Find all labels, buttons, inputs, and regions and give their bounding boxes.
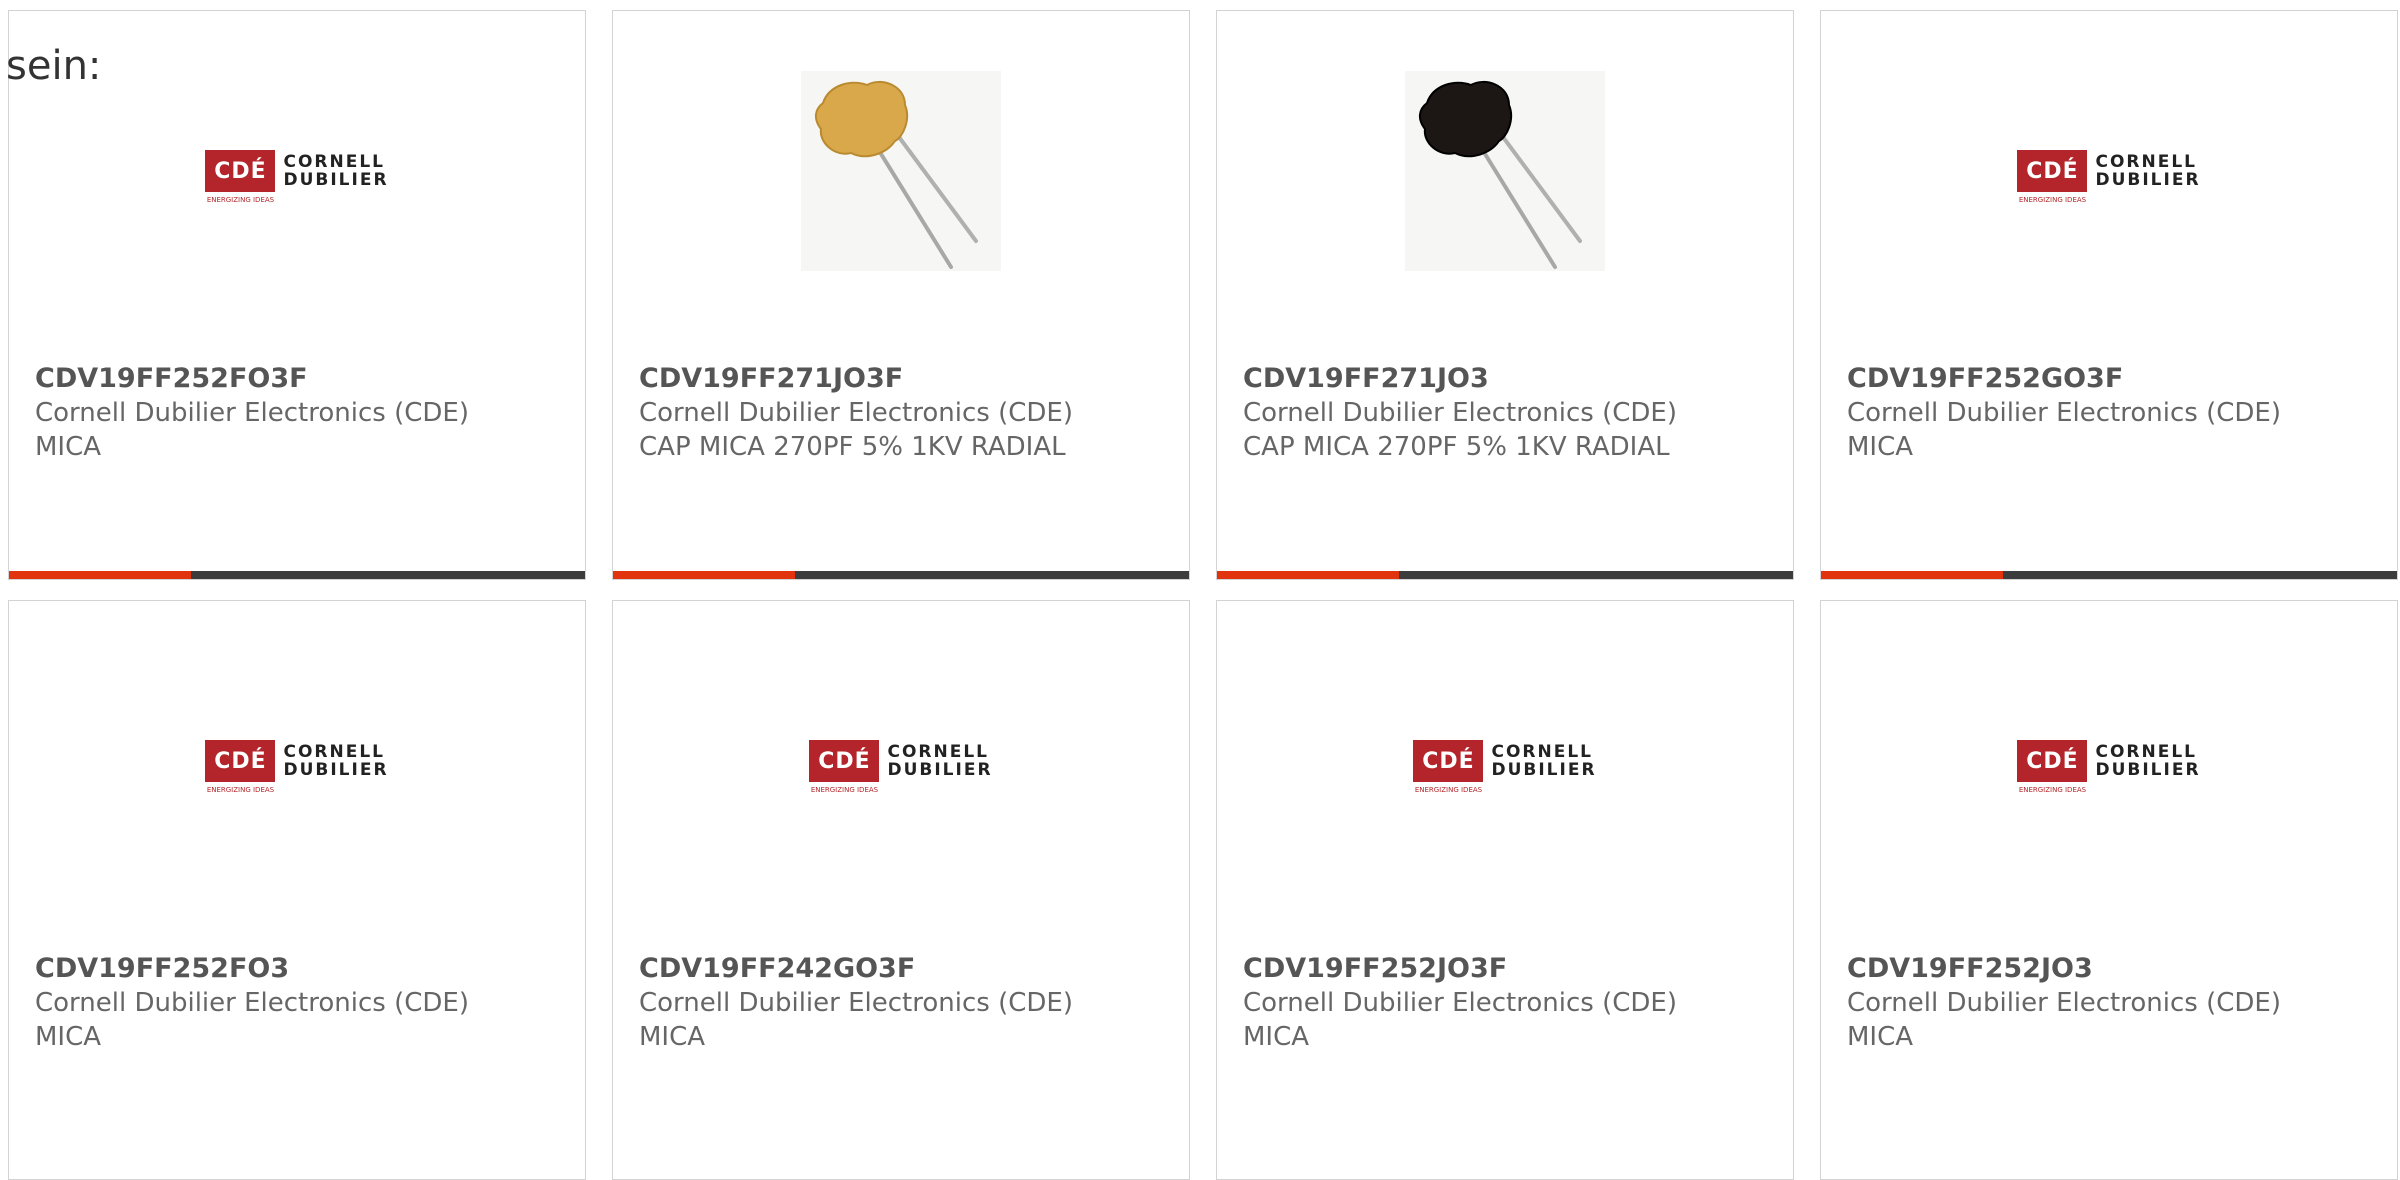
description: MICA: [1243, 1022, 1310, 1052]
part-number[interactable]: CDV19FF252FO3: [35, 951, 565, 986]
cornell-dubilier-logo: CDÉ ENERGIZING IDEAS CORNELL DUBILIER: [1413, 740, 1596, 794]
cornell-dubilier-logo: CDÉ ENERGIZING IDEAS CORNELL DUBILIER: [2017, 740, 2200, 794]
card-accent-bar: [1217, 571, 1793, 579]
manufacturer: Cornell Dubilier Electronics (CDE): [35, 988, 469, 1018]
manufacturer: Cornell Dubilier Electronics (CDE): [1847, 988, 2281, 1018]
logo-word-dubilier: DUBILIER: [1491, 760, 1597, 780]
manufacturer: Cornell Dubilier Electronics (CDE): [1243, 398, 1677, 428]
logo-mark: CDÉ ENERGIZING IDEAS: [205, 740, 276, 794]
product-card[interactable]: CDÉ ENERGIZING IDEAS CORNELL DUBILIER CDV19…: [1216, 600, 1794, 1180]
card-accent-bar-highlight: [613, 571, 795, 579]
manufacturer: Cornell Dubilier Electronics (CDE): [639, 988, 1073, 1018]
description: CAP MICA 270PF 5% 1KV RADIAL: [639, 432, 1066, 462]
capacitor-photo: [1405, 71, 1605, 271]
logo-word-dubilier: DUBILIER: [283, 170, 389, 190]
product-image: CDÉ ENERGIZING IDEAS CORNELL DUBILIER: [1821, 71, 2397, 271]
logo-mark-text: CDÉ: [818, 748, 871, 774]
logo-mark-text: CDÉ: [2026, 748, 2079, 774]
logo-mark-text: CDÉ: [214, 158, 267, 184]
logo-mark-text: CDÉ: [214, 748, 267, 774]
logo-tagline: ENERGIZING IDEAS: [810, 786, 879, 794]
description: MICA: [639, 1022, 706, 1052]
card-accent-bar: [9, 571, 585, 579]
logo-word-cornell: CORNELL: [283, 152, 385, 172]
card-accent-bar-highlight: [1821, 571, 2003, 579]
product-card[interactable]: CDÉ ENERGIZING IDEAS CORNELL DUBILIER CDV19…: [1820, 10, 2398, 580]
part-number[interactable]: CDV19FF252FO3F: [35, 361, 565, 396]
card-accent-bar-highlight: [9, 571, 191, 579]
product-card[interactable]: CDÉ ENERGIZING IDEAS CORNELL DUBILIER CDV19…: [612, 600, 1190, 1180]
product-card[interactable]: CDÉ ENERGIZING IDEAS CORNELL DUBILIER CDV19…: [1820, 600, 2398, 1180]
card-accent-bar-highlight: [1217, 571, 1399, 579]
logo-word-cornell: CORNELL: [1491, 742, 1593, 762]
card-accent-bar: [613, 571, 1189, 579]
product-image: CDÉ ENERGIZING IDEAS CORNELL DUBILIER: [1217, 661, 1793, 861]
logo-word-cornell: CORNELL: [2095, 152, 2197, 172]
logo-mark-text: CDÉ: [2026, 158, 2079, 184]
logo-mark: CDÉ ENERGIZING IDEAS: [809, 740, 880, 794]
description: MICA: [35, 432, 102, 462]
product-image: CDÉ ENERGIZING IDEAS CORNELL DUBILIER: [9, 71, 585, 271]
description: MICA: [1847, 1022, 1914, 1052]
part-number[interactable]: CDV19FF252JO3F: [1243, 951, 1773, 986]
part-number[interactable]: CDV19FF242GO3F: [639, 951, 1169, 986]
logo-tagline: ENERGIZING IDEAS: [206, 196, 275, 204]
product-image: [1217, 71, 1793, 271]
cornell-dubilier-logo: CDÉ ENERGIZING IDEAS CORNELL DUBILIER: [809, 740, 992, 794]
manufacturer: Cornell Dubilier Electronics (CDE): [1243, 988, 1677, 1018]
capacitor-photo: [801, 71, 1001, 271]
description: MICA: [1847, 432, 1914, 462]
logo-word-cornell: CORNELL: [887, 742, 989, 762]
product-image: [613, 71, 1189, 271]
logo-mark: CDÉ ENERGIZING IDEAS: [2017, 150, 2088, 204]
product-image: CDÉ ENERGIZING IDEAS CORNELL DUBILIER: [613, 661, 1189, 861]
part-number[interactable]: CDV19FF271JO3F: [639, 361, 1169, 396]
logo-words: CORNELL DUBILIER: [283, 153, 388, 189]
card-accent-bar: [1821, 571, 2397, 579]
description: MICA: [35, 1022, 102, 1052]
manufacturer: Cornell Dubilier Electronics (CDE): [639, 398, 1073, 428]
logo-words: CORNELL DUBILIER: [2095, 153, 2200, 189]
product-image: CDÉ ENERGIZING IDEAS CORNELL DUBILIER: [1821, 661, 2397, 861]
cornell-dubilier-logo: CDÉ ENERGIZING IDEAS CORNELL DUBILIER: [205, 740, 388, 794]
logo-words: CORNELL DUBILIER: [283, 743, 388, 779]
capacitor-icon: [1419, 80, 1582, 269]
manufacturer: Cornell Dubilier Electronics (CDE): [1847, 398, 2281, 428]
part-number[interactable]: CDV19FF252JO3: [1847, 951, 2377, 986]
product-image: CDÉ ENERGIZING IDEAS CORNELL DUBILIER: [9, 661, 585, 861]
description: CAP MICA 270PF 5% 1KV RADIAL: [1243, 432, 1670, 462]
cornell-dubilier-logo: CDÉ ENERGIZING IDEAS CORNELL DUBILIER: [205, 150, 388, 204]
logo-tagline: ENERGIZING IDEAS: [206, 786, 275, 794]
logo-words: CORNELL DUBILIER: [1491, 743, 1596, 779]
logo-tagline: ENERGIZING IDEAS: [2018, 196, 2087, 204]
logo-mark: CDÉ ENERGIZING IDEAS: [1413, 740, 1484, 794]
product-card[interactable]: CDÉ ENERGIZING IDEAS CORNELL DUBILIER CDV19…: [8, 10, 586, 580]
product-card[interactable]: CDV19FF271JO3 Cornell Dubilier Electroni…: [1216, 10, 1794, 580]
logo-word-dubilier: DUBILIER: [283, 760, 389, 780]
capacitor-icon: [815, 80, 978, 269]
logo-word-cornell: CORNELL: [2095, 742, 2197, 762]
logo-words: CORNELL DUBILIER: [887, 743, 992, 779]
logo-word-cornell: CORNELL: [283, 742, 385, 762]
logo-mark: CDÉ ENERGIZING IDEAS: [2017, 740, 2088, 794]
product-card[interactable]: CDV19FF271JO3F Cornell Dubilier Electron…: [612, 10, 1190, 580]
part-number[interactable]: CDV19FF271JO3: [1243, 361, 1773, 396]
logo-word-dubilier: DUBILIER: [887, 760, 993, 780]
logo-words: CORNELL DUBILIER: [2095, 743, 2200, 779]
intro-text: sein:: [6, 43, 102, 89]
cornell-dubilier-logo: CDÉ ENERGIZING IDEAS CORNELL DUBILIER: [2017, 150, 2200, 204]
part-number[interactable]: CDV19FF252GO3F: [1847, 361, 2377, 396]
manufacturer: Cornell Dubilier Electronics (CDE): [35, 398, 469, 428]
product-card[interactable]: CDÉ ENERGIZING IDEAS CORNELL DUBILIER CDV19…: [8, 600, 586, 1180]
logo-tagline: ENERGIZING IDEAS: [1414, 786, 1483, 794]
logo-word-dubilier: DUBILIER: [2095, 170, 2201, 190]
logo-tagline: ENERGIZING IDEAS: [2018, 786, 2087, 794]
logo-mark: CDÉ ENERGIZING IDEAS: [205, 150, 276, 204]
logo-mark-text: CDÉ: [1422, 748, 1475, 774]
logo-word-dubilier: DUBILIER: [2095, 760, 2201, 780]
